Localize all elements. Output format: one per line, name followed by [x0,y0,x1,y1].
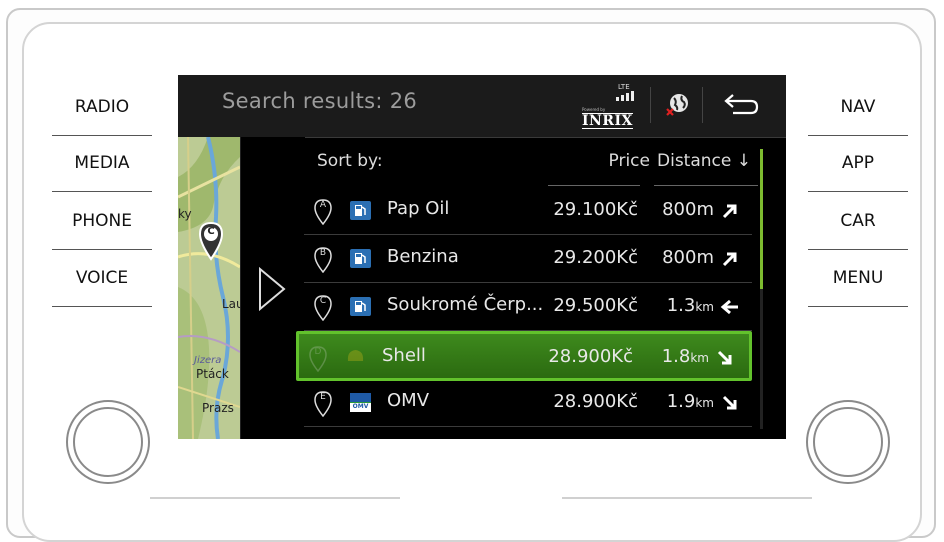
distance-value: 800m [662,199,714,220]
map-label: Jizera [194,355,222,366]
result-distance: 1.3km [649,295,714,316]
bezel-divider-right [562,497,812,499]
menu-button[interactable]: MENU [808,249,908,307]
omv-logo-text: OMV [352,403,369,410]
location-pin-icon: A [314,199,332,229]
globe-offline-icon[interactable] [665,92,691,118]
sort-distance-tab[interactable]: Distance ↓ [644,151,764,171]
result-row[interactable]: C Soukromé Čerp... 29.500Kč 1.3km [304,283,752,331]
result-name: Shell [382,345,426,366]
sort-distance-underline [654,185,758,186]
back-arrow-icon[interactable] [713,89,763,123]
result-name: Soukromé Čerp... [387,294,544,315]
header-divider [702,87,703,123]
bezel-divider-left [150,497,400,499]
result-name: Pap Oil [387,198,450,219]
phone-button[interactable]: PHONE [52,192,152,250]
result-price: 28.900Kč [548,346,633,367]
sort-price-underline [548,185,640,186]
location-pin-icon: C [314,295,332,325]
distance-unit: km [695,300,714,314]
distance-unit: km [690,351,709,365]
map-label: Ptáck [196,367,229,381]
distance-value: 1.8 [661,346,691,367]
result-distance: 800m [649,199,714,220]
result-distance: 1.9km [649,391,714,412]
inrix-logo: INRIX [582,113,633,129]
distance-value: 1.3 [666,295,696,316]
fuel-station-icon [350,297,371,316]
direction-north-east-icon [720,249,740,273]
car-button[interactable]: CAR [808,192,908,250]
map-label: ky [178,207,192,221]
direction-south-east-icon [715,348,735,372]
result-price: 29.100Kč [553,199,638,220]
header-bar: Search results: 26 LTE Powered by INRIX [178,75,786,138]
radio-button[interactable]: RADIO [52,78,152,136]
result-row[interactable]: B Benzina 29.200Kč 800m [304,235,752,283]
fuel-station-icon [350,249,371,268]
map-pin-label: C [207,226,215,237]
scrollbar-thumb[interactable] [760,149,763,289]
sort-bar: Sort by: Price Distance ↓ [304,137,764,187]
map-pin-icon[interactable]: C [198,221,224,265]
result-row[interactable]: E OMV OMV 28.900Kč 1.9km [304,379,752,427]
sort-price-tab[interactable]: Price [574,151,650,171]
pin-letter: C [319,296,327,306]
result-price: 29.500Kč [553,295,638,316]
pin-letter: B [319,248,327,258]
map-label: Lau [222,297,240,311]
infotainment-screen: Search results: 26 LTE Powered by INRIX [178,75,786,439]
omv-logo-icon: OMV [350,393,371,412]
result-distance: 800m [649,247,714,268]
page-title: Search results: 26 [222,89,418,113]
result-price: 29.200Kč [553,247,638,268]
signal-strength-icon [616,91,634,101]
location-pin-icon: B [314,247,332,277]
app-button[interactable]: APP [808,134,908,192]
location-pin-icon: D [309,346,327,376]
pin-letter: E [320,392,326,402]
volume-knob[interactable] [66,400,150,484]
pin-letter: A [319,200,327,210]
direction-north-east-icon [720,201,740,225]
tune-knob[interactable] [806,400,890,484]
map-side-panel [240,137,305,439]
distance-value: 1.9 [666,391,696,412]
result-name: OMV [387,390,430,411]
shell-logo-icon [345,348,366,367]
sort-label: Sort by: [317,151,383,171]
location-pin-icon: E [314,391,332,421]
voice-button[interactable]: VOICE [52,249,152,307]
direction-west-icon [720,297,740,321]
map-preview[interactable]: ky Lau Jizera Ptáck Prazs C [178,137,240,439]
result-row[interactable]: A Pap Oil 29.100Kč 800m [304,187,752,235]
distance-value: 800m [662,247,714,268]
direction-south-east-icon [720,393,740,417]
result-row[interactable]: D Shell 28.900Kč 1.8km [296,331,752,381]
fuel-station-icon [350,201,371,220]
lte-label: LTE [618,83,630,91]
inrix-traffic-status: LTE Powered by INRIX [580,83,640,129]
result-distance: 1.8km [644,346,709,367]
media-button[interactable]: MEDIA [52,134,152,192]
nav-button[interactable]: NAV [808,78,908,136]
expand-map-arrow-icon[interactable] [257,266,287,315]
result-price: 28.900Kč [553,391,638,412]
result-name: Benzina [387,246,459,267]
map-label: Prazs [202,401,234,415]
inrix-powered-label: Powered by [582,107,606,112]
pin-letter: D [314,347,322,357]
header-divider [650,87,651,123]
distance-unit: km [695,396,714,410]
